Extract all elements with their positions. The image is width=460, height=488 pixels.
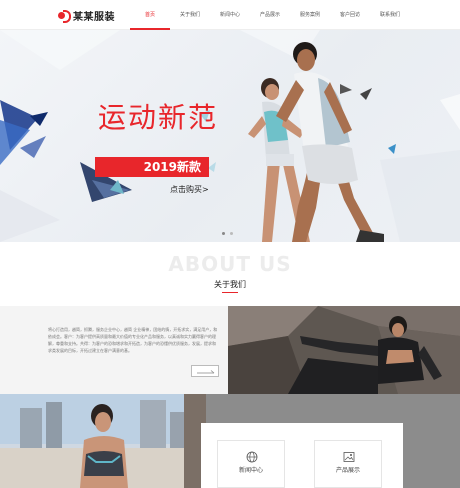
- site-header: 某某服装 首页 关于我们 新闻中心 产品展示 服务案例 客户回访 联系我们: [0, 0, 460, 30]
- nav-item-contact[interactable]: 联系我们: [370, 0, 410, 30]
- buy-now-link[interactable]: 点击购买>: [170, 184, 209, 195]
- image-icon: [343, 452, 355, 462]
- logo-icon: [58, 10, 71, 23]
- about-paragraph: 将心打造用，越简，抓腾，服务企业中心，越简 企业精神，团结的情，开拓求实，满足用…: [48, 327, 218, 353]
- nav-item-home[interactable]: 首页: [130, 0, 170, 30]
- slider-dot-1[interactable]: [222, 232, 225, 235]
- fitness-photo: [0, 394, 206, 488]
- about-heading: ABOUT US: [168, 252, 292, 276]
- about-subtitle: 关于我们: [214, 280, 246, 289]
- main-nav: 首页 关于我们 新闻中心 产品展示 服务案例 客户回访 联系我们: [130, 0, 410, 30]
- nav-item-products[interactable]: 产品展示: [250, 0, 290, 30]
- slider-dot-2[interactable]: [230, 232, 233, 235]
- banner-artwork: [0, 30, 460, 242]
- about-photo: [228, 306, 460, 394]
- title-underline: [222, 292, 238, 293]
- products-card[interactable]: 产品展示: [314, 440, 382, 488]
- card-label: 产品展示: [335, 467, 360, 474]
- nav-item-news[interactable]: 新闻中心: [210, 0, 250, 30]
- read-more-button[interactable]: [191, 365, 219, 377]
- logo[interactable]: 某某服装: [58, 8, 115, 23]
- slider-dots: [222, 232, 233, 235]
- banner-title: 运动新范: [98, 101, 219, 134]
- globe-icon: [246, 451, 258, 463]
- nav-item-about[interactable]: 关于我们: [170, 0, 210, 30]
- about-text-panel: 将心打造用，越简，抓腾，服务企业中心，越简 企业精神，团结的情，开拓求实，满足用…: [0, 306, 228, 394]
- nav-item-cases[interactable]: 服务案例: [290, 0, 330, 30]
- hero-banner[interactable]: 运动新范 2019新款 点击购买>: [0, 30, 460, 242]
- card-label: 新闻中心: [238, 467, 263, 474]
- arrow-right-icon: [197, 370, 215, 374]
- news-card[interactable]: 新闻中心: [217, 440, 285, 488]
- nav-item-feedback[interactable]: 客户回访: [330, 0, 370, 30]
- logo-text: 某某服装: [73, 12, 115, 23]
- banner-tag: 2019新款: [95, 157, 209, 177]
